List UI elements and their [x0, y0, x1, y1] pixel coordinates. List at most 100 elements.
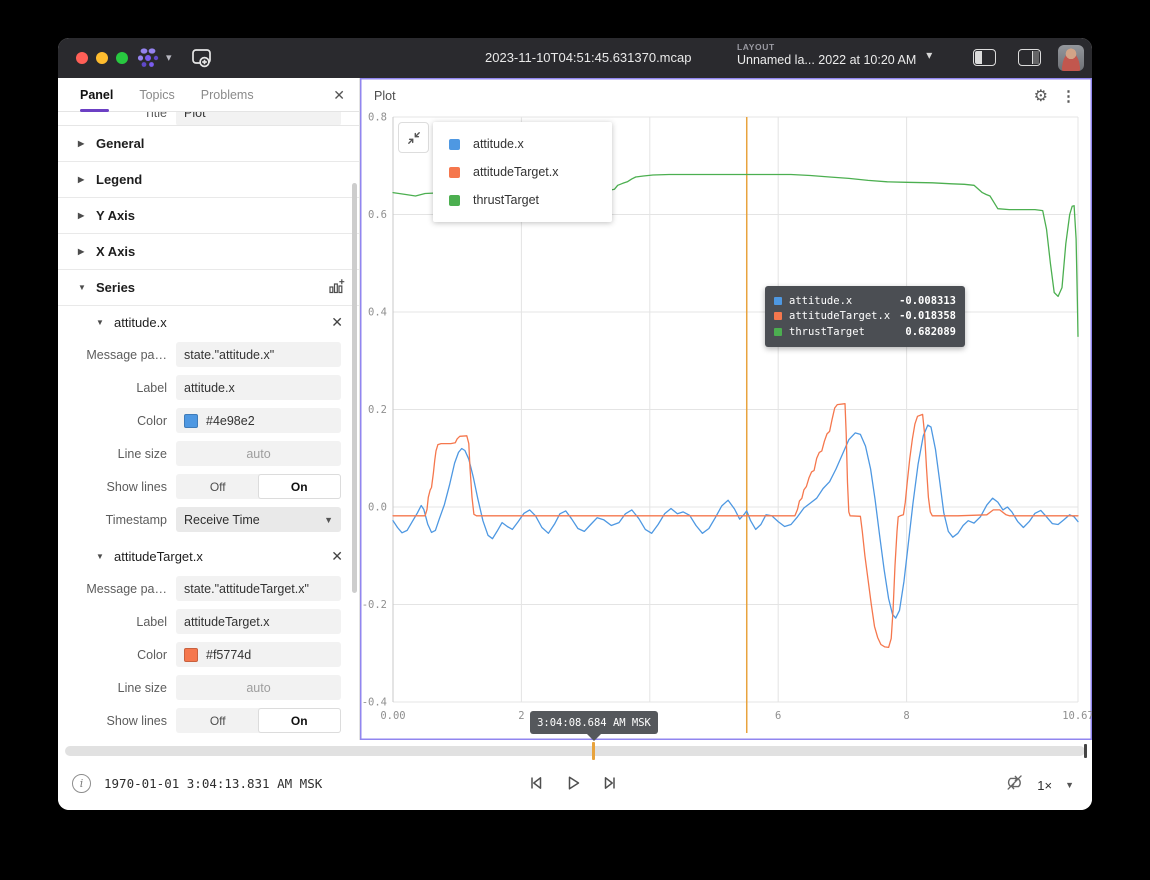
show-lines-toggle: Off On	[176, 474, 341, 499]
series-entry-attitude-x-header[interactable]: ▼ attitude.x ✕	[58, 306, 359, 338]
label-input[interactable]: attitude.x	[176, 375, 341, 400]
y-tick-label: 0.4	[368, 307, 387, 319]
color-hex-value: #4e98e2	[206, 414, 255, 428]
field-label: Timestamp	[58, 513, 176, 527]
label-input[interactable]: attitudeTarget.x	[176, 609, 341, 634]
playback-bar: i 1970-01-01 3:04:13.831 AM MSK	[58, 740, 1092, 810]
section-y-axis-label: Y Axis	[96, 208, 135, 223]
timeline-scrubber[interactable]	[65, 746, 1085, 756]
show-lines-off-option[interactable]: Off	[177, 475, 259, 498]
panel-menu-icon[interactable]: ⋮	[1061, 87, 1076, 105]
chevron-down-icon: ▼	[78, 283, 87, 292]
add-series-button[interactable]	[328, 278, 345, 298]
section-y-axis[interactable]: ▶ Y Axis	[58, 198, 359, 234]
tab-problems[interactable]: Problems	[201, 78, 254, 112]
legend-item[interactable]: thrustTarget	[433, 187, 612, 213]
play-button[interactable]	[563, 773, 583, 798]
tooltip-series-name: thrustTarget	[789, 326, 865, 338]
field-label: Message pa…	[58, 348, 176, 362]
series-entry-attitude-target-x-header[interactable]: ▼ attitudeTarget.x ✕	[58, 540, 359, 572]
data-source-chevron-icon[interactable]: ▾	[166, 51, 172, 64]
series-line-attitudeTarget.x	[393, 404, 1078, 648]
message-path-input[interactable]: state."attitude.x"	[176, 342, 341, 367]
tooltip-series-value: 0.682089	[905, 326, 956, 338]
section-general-label: General	[96, 136, 144, 151]
add-panel-button[interactable]	[190, 47, 214, 74]
tooltip-series-swatch-icon	[774, 312, 782, 320]
color-input[interactable]: #f5774d	[176, 642, 341, 667]
show-lines-on-option[interactable]: On	[259, 709, 341, 732]
left-sidebar-toggle-button[interactable]	[973, 49, 996, 66]
line-size-input[interactable]: auto	[176, 675, 341, 700]
line-size-row: Line size auto	[58, 437, 359, 470]
section-legend[interactable]: ▶ Legend	[58, 162, 359, 198]
show-lines-off-option[interactable]: Off	[177, 709, 259, 732]
layout-name: Unnamed la... 2022 at 10:20 AM	[737, 53, 916, 67]
layout-selector[interactable]: LAYOUT Unnamed la... 2022 at 10:20 AM ▾	[737, 42, 932, 67]
title-field-input[interactable]: Plot	[176, 112, 341, 126]
section-general[interactable]: ▶ General	[58, 126, 359, 162]
remove-series-icon[interactable]: ✕	[331, 315, 343, 329]
playback-speed-value[interactable]: 1×	[1037, 778, 1052, 793]
zoom-window-button[interactable]	[116, 52, 128, 64]
field-label: Label	[58, 381, 176, 395]
sidebar-scrollbar[interactable]	[352, 183, 357, 593]
playhead-marker[interactable]	[592, 742, 595, 760]
field-label: Color	[58, 414, 176, 428]
playback-info-icon[interactable]: i	[72, 774, 91, 793]
label-row: Label attitudeTarget.x	[58, 605, 359, 638]
message-path-input[interactable]: state."attitudeTarget.x"	[176, 576, 341, 601]
right-sidebar-toggle-button[interactable]	[1018, 49, 1041, 66]
legend-item[interactable]: attitude.x	[433, 131, 612, 157]
line-size-input[interactable]: auto	[176, 441, 341, 466]
x-tick-label: 2	[518, 710, 524, 722]
legend-item[interactable]: attitudeTarget.x	[433, 159, 612, 185]
x-tick-label: 8	[903, 710, 909, 722]
color-swatch[interactable]	[184, 414, 198, 428]
tooltip-row: attitude.x-0.008313	[774, 293, 956, 309]
legend-collapse-button[interactable]	[398, 122, 429, 153]
show-lines-on-option[interactable]: On	[259, 475, 341, 498]
legend-swatch-icon[interactable]	[449, 167, 460, 178]
legend-label: attitudeTarget.x	[473, 165, 558, 179]
section-x-axis[interactable]: ▶ X Axis	[58, 234, 359, 270]
color-input[interactable]: #4e98e2	[176, 408, 341, 433]
message-path-row: Message pa… state."attitudeTarget.x"	[58, 572, 359, 605]
section-series[interactable]: ▼ Series	[58, 270, 359, 306]
plot-legend[interactable]: attitude.x attitudeTarget.x thrustTarget	[433, 122, 612, 222]
legend-swatch-icon[interactable]	[449, 195, 460, 206]
color-row: Color #f5774d	[58, 638, 359, 671]
seek-forward-button[interactable]	[600, 773, 620, 798]
seek-backward-button[interactable]	[526, 773, 546, 798]
tab-panel[interactable]: Panel	[80, 78, 113, 112]
color-swatch[interactable]	[184, 648, 198, 662]
show-lines-toggle: Off On	[176, 708, 341, 733]
x-tick-label: 6	[775, 710, 781, 722]
minimize-window-button[interactable]	[96, 52, 108, 64]
timeline-end-marker	[1084, 744, 1087, 758]
field-label: Show lines	[58, 480, 176, 494]
tab-topics[interactable]: Topics	[139, 78, 174, 112]
timestamp-select[interactable]: Receive Time ▼	[176, 507, 341, 532]
layout-label: LAYOUT	[737, 42, 916, 52]
section-legend-label: Legend	[96, 172, 142, 187]
legend-swatch-icon[interactable]	[449, 139, 460, 150]
remove-series-icon[interactable]: ✕	[331, 549, 343, 563]
close-window-button[interactable]	[76, 52, 88, 64]
tooltip-row: attitudeTarget.x-0.018358	[774, 309, 956, 325]
x-tick-label: 0.00	[380, 710, 405, 722]
file-title: 2023-11-10T04:51:45.631370.mcap	[485, 50, 691, 65]
y-tick-label: 0.6	[368, 209, 387, 221]
speed-dropdown-chevron-icon[interactable]: ▼	[1065, 780, 1074, 790]
label-row: Label attitude.x	[58, 371, 359, 404]
sidebar-close-icon[interactable]: ✕	[333, 88, 345, 102]
sidebar-tabs: Panel Topics Problems ✕	[58, 78, 359, 112]
timestamp-selected-value: Receive Time	[184, 513, 260, 527]
loop-playback-off-button[interactable]	[1005, 773, 1024, 797]
user-avatar[interactable]	[1058, 45, 1084, 71]
layout-chevron-icon: ▾	[926, 48, 932, 62]
title-field-row-clipped: Title Plot	[58, 112, 359, 126]
foxglove-logo-icon[interactable]	[136, 47, 160, 74]
plot-panel: Plot ⚙ ⋮ 0.80.60.40.20.0-0.2-0.40.002468…	[360, 78, 1092, 740]
panel-settings-gear-icon[interactable]: ⚙	[1034, 86, 1048, 106]
